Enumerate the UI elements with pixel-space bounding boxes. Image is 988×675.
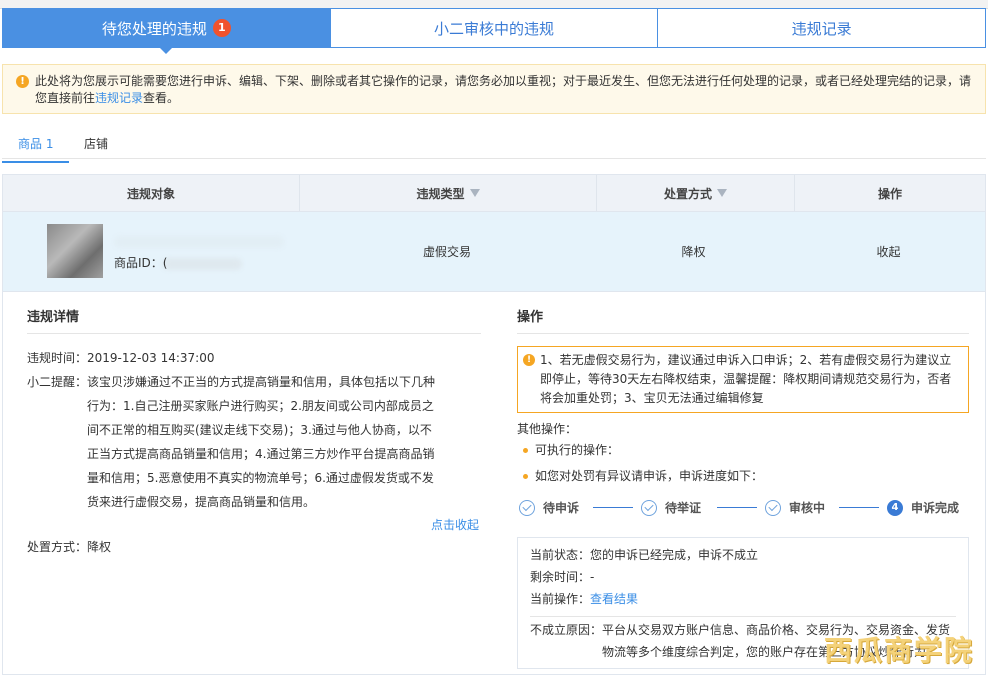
records-link[interactable]: 违规记录 [95,91,143,105]
step-review: 审核中 [765,499,825,516]
remain-label: 剩余时间： [530,570,591,584]
tab-pending[interactable]: 待您处理的违规 1 [3,9,330,54]
subtab-shop[interactable]: 店铺 [84,135,108,152]
step-connector [839,507,879,508]
step-connector [717,507,757,508]
violation-table: 违规对象 违规类型 处置方式 操作 虚假交易 降权 收起 商品ID：( [2,174,986,292]
step-connector [593,507,633,508]
cell-action: 降权 [681,245,706,259]
col-action-label: 处置方式 [663,186,712,201]
collapse-row-link[interactable]: 收起 [792,212,985,291]
view-result-link[interactable]: 查看结果 [590,592,638,606]
check-icon [641,499,657,516]
reminder: 小二提醒：该宝贝涉嫌通过不正当的方式提高销量和信用，具体包括以下几种 行为：1.… [27,370,481,514]
current-status: 当前状态：您的申诉已经完成，申诉不成立 [530,544,956,566]
remain-value: - [590,570,595,584]
violation-time: 违规时间：2019-12-03 14:37:00 [27,346,481,370]
reason-label: 不成立原因： [530,623,603,637]
watermark-logo: 西瓜商学院 [823,634,974,667]
step-label: 申诉完成 [911,501,960,515]
warning-icon: ! [523,354,535,366]
step-complete: 4 申诉完成 [887,499,959,516]
tab-records[interactable]: 违规记录 [657,9,986,47]
tab-pending-label: 待您处理的违规 [101,19,207,38]
cell-type: 虚假交易 [422,245,471,259]
col-header-object: 违规对象 [3,175,299,211]
tab-reviewing[interactable]: 小二审核中的违规 [329,9,658,47]
warning-icon: ! [16,75,29,88]
violation-tabs: 待您处理的违规 1 小二审核中的违规 违规记录 [2,8,986,54]
table-header: 违规对象 违规类型 处置方式 操作 [2,174,986,212]
cur-op-label: 当前操作： [530,592,591,606]
operation-section: 操作 ! 1、若无虚假交易行为，建议通过申诉入口申诉；2、若有虚假交易行为建议立… [517,306,969,669]
col-op-label: 操作 [877,186,902,201]
blurred-product-id [162,258,242,270]
time-value: 2019-12-03 14:37:00 [87,351,215,365]
col-header-type[interactable]: 违规类型 [299,175,596,211]
violation-detail-panel: 违规详情 违规时间：2019-12-03 14:37:00 小二提醒：该宝贝涉嫌… [2,292,986,675]
other-ops-label: 其他操作： [517,422,578,436]
appeal-progress-line: 如您对处罚有异议请申诉，申诉进度如下： [517,465,969,487]
handle-method: 处置方式：降权 [27,535,481,559]
object-subtabs: 商品 1 店铺 [1,130,986,163]
reminder-label: 小二提醒： [27,375,88,389]
check-icon [519,499,535,516]
executable-ops: 可执行的操作： [517,439,969,461]
table-row: 虚假交易 降权 收起 [2,212,986,292]
col-type-label: 违规类型 [416,186,465,201]
collapse-detail-link[interactable]: 点击收起 [431,518,479,532]
remaining-time: 剩余时间：- [530,566,956,588]
col-header-op: 操作 [794,175,985,211]
filter-icon[interactable] [717,189,727,197]
current-operation: 当前操作：查看结果 [530,588,956,610]
check-icon [765,499,781,516]
step-label: 审核中 [789,501,826,515]
step-label: 待申诉 [543,501,580,515]
filter-icon[interactable] [469,189,480,197]
notice-tail: 查看。 [143,91,180,105]
operation-tip: ! 1、若无虚假交易行为，建议通过申诉入口申诉；2、若有虚假交易行为建议立即停止… [517,346,969,413]
step-pending: 待申诉 [519,499,579,516]
time-label: 违规时间： [27,351,88,365]
detail-section: 违规详情 违规时间：2019-12-03 14:37:00 小二提醒：该宝贝涉嫌… [27,306,481,559]
tip-text: 1、若无虚假交易行为，建议通过申诉入口申诉；2、若有虚假交易行为建议立即停止，等… [540,353,952,405]
handle-value: 降权 [87,540,112,554]
operation-title: 操作 [517,306,969,334]
blurred-product-title [114,236,284,248]
product-id-label: 商品ID：( [114,256,168,270]
step-number: 4 [887,499,903,516]
col-header-action[interactable]: 处置方式 [596,175,794,211]
step-label: 待举证 [665,501,702,515]
subtab-goods[interactable]: 商品 1 [1,135,71,163]
product-thumbnail[interactable] [47,224,103,278]
step-evidence: 待举证 [641,499,701,516]
handle-label: 处置方式： [27,540,88,554]
detail-title: 违规详情 [27,306,481,334]
reminder-first: 该宝贝涉嫌通过不正当的方式提高销量和信用，具体包括以下几种 [87,375,436,389]
status-label: 当前状态： [530,548,591,562]
reminder-rest: 行为：1.自己注册买家账户进行购买；2.朋友间或公司内部成员之间不正常的相互购买… [87,399,435,509]
collapse-detail: 点击收起 [27,516,481,533]
pending-count-badge: 1 [212,19,231,37]
status-value: 您的申诉已经完成，申诉不成立 [590,548,759,562]
appeal-steps: 待申诉 待举证 审核中 4 申诉完成 [517,499,969,527]
col-object-label: 违规对象 [126,186,175,201]
notice-banner: ! 此处将为您展示可能需要您进行申诉、编辑、下架、删除或者其它操作的记录，请您务… [2,64,986,114]
